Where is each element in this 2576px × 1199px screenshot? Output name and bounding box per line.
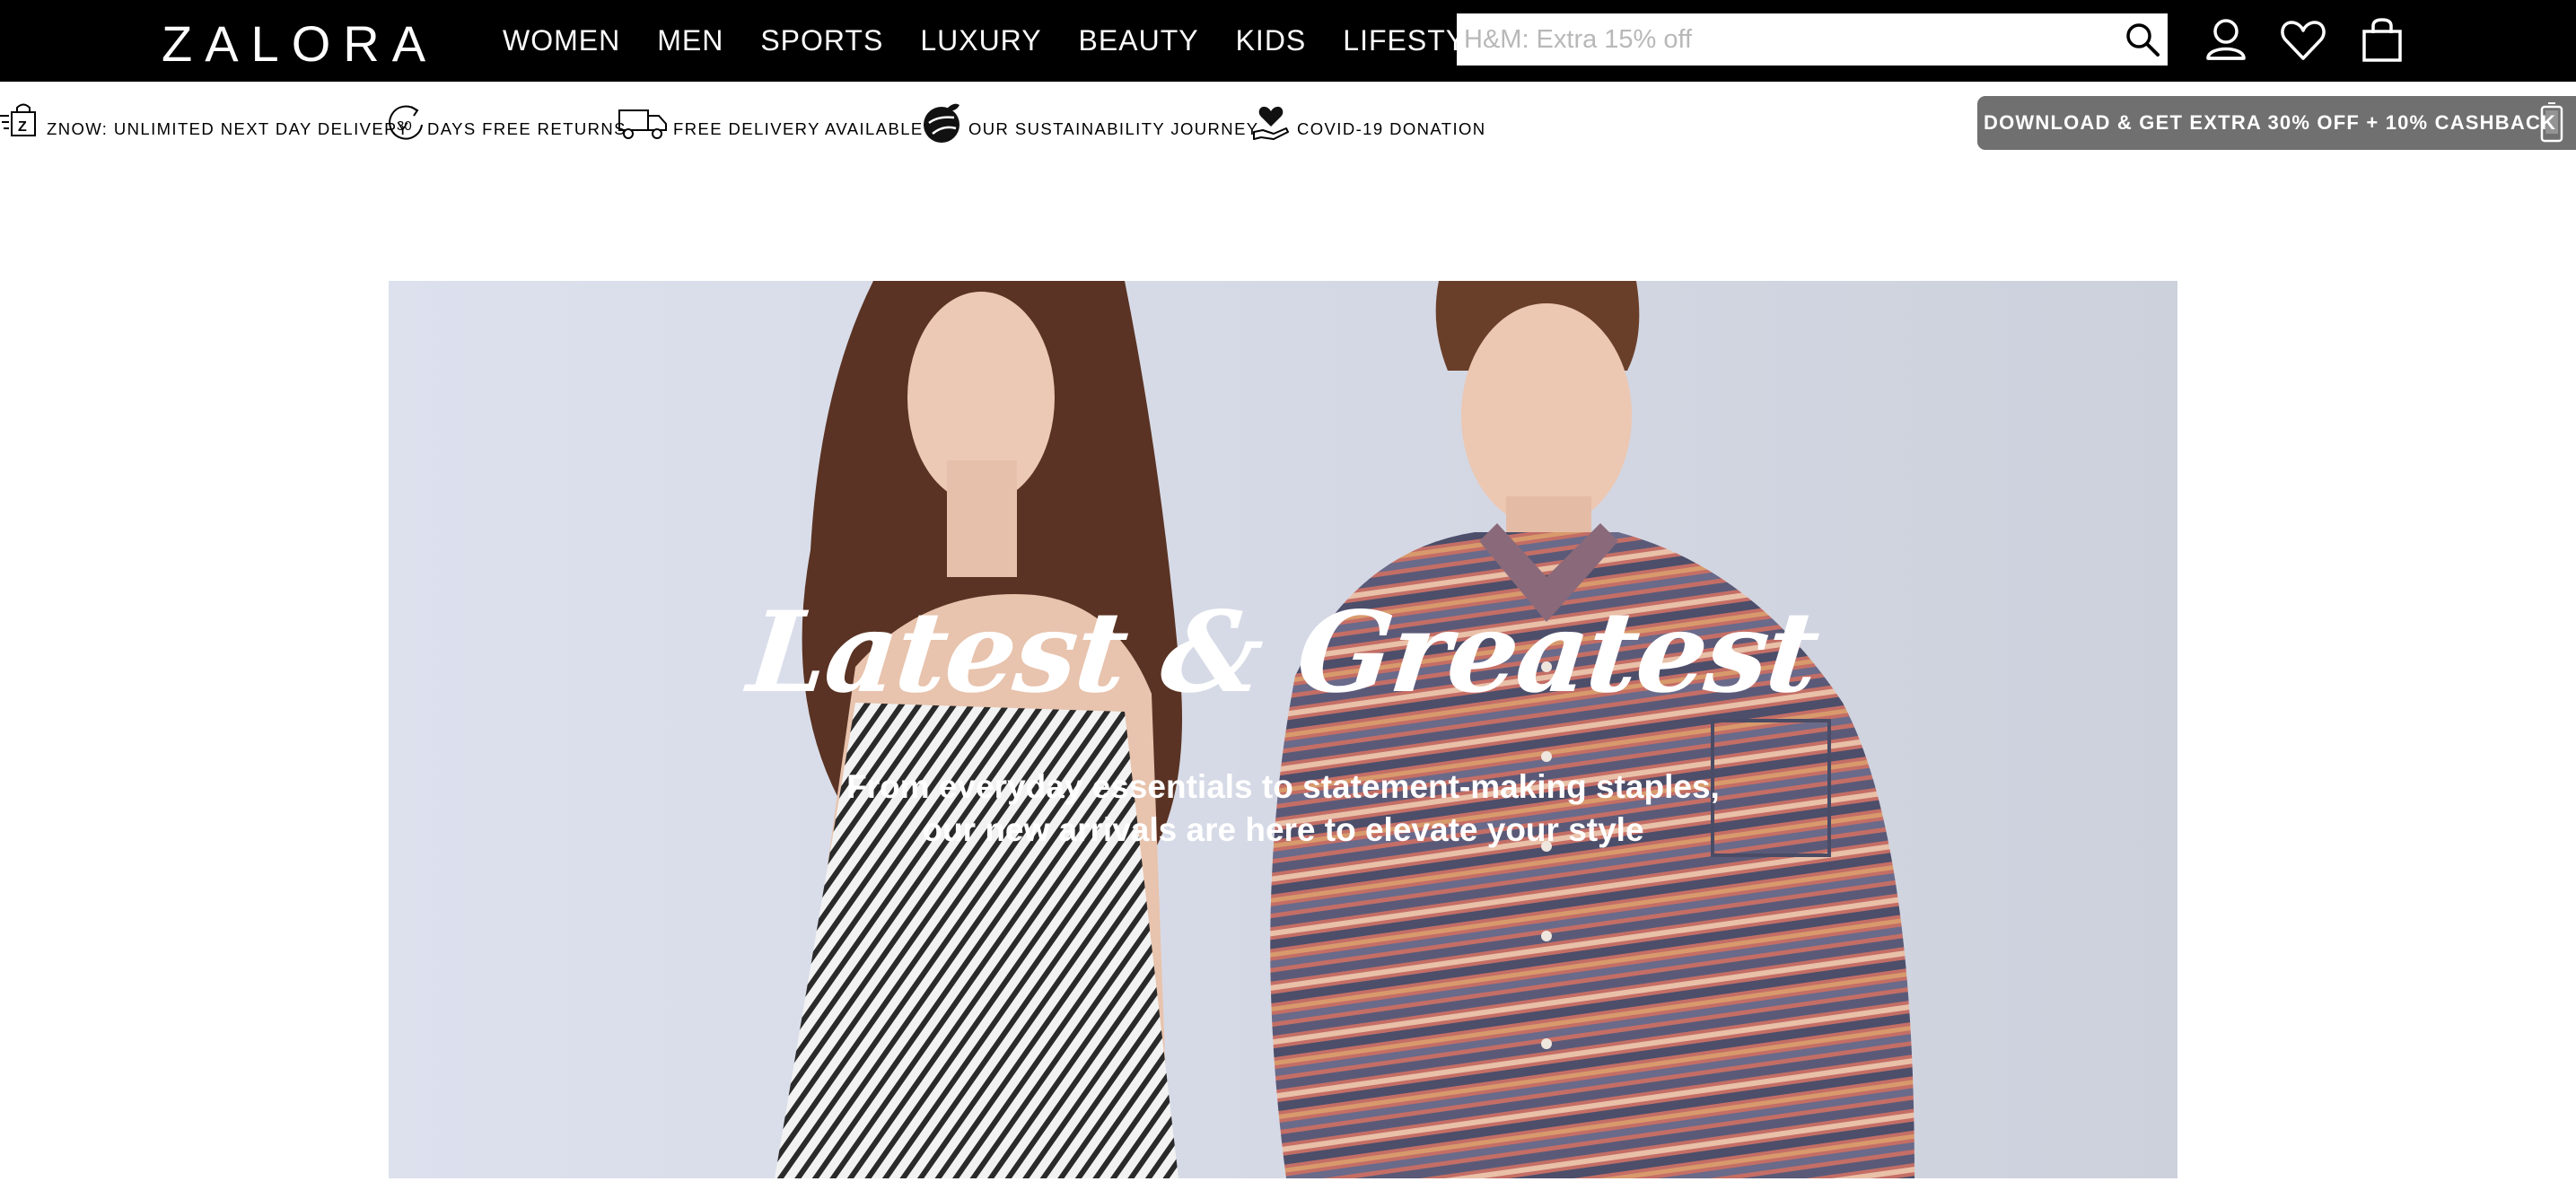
usp-sustainability-label: OUR SUSTAINABILITY JOURNEY: [968, 119, 1259, 138]
hero-banner[interactable]: Latest & Greatest From everyday essentia…: [389, 281, 2177, 1178]
top-header: ZALORA WOMEN MEN SPORTS LUXURY BEAUTY KI…: [0, 0, 2576, 82]
hero-subtitle-line1: From everyday essentials to statement-ma…: [846, 768, 1720, 805]
znow-bag-icon: Z: [0, 103, 36, 136]
hero-models-image: [389, 281, 2177, 1178]
sustainability-globe-icon: [924, 103, 959, 143]
usp-free-delivery[interactable]: FREE DELIVERY AVAILABLE*: [618, 98, 931, 143]
mobile-phone-icon: [2540, 102, 2563, 143]
donation-hand-heart-icon: [1253, 106, 1289, 140]
nav-kids[interactable]: KIDS: [1236, 0, 1307, 82]
returns-30-icon: 30: [389, 105, 423, 140]
usp-znow-label: ZNOW: UNLIMITED NEXT DAY DELIVERY: [47, 119, 410, 138]
hero-subtitle-line2: our new arrivals are here to elevate you…: [922, 811, 1644, 848]
account-icon[interactable]: [2201, 15, 2251, 66]
usp-znow[interactable]: Z ZNOW: UNLIMITED NEXT DAY DELIVERY: [0, 98, 409, 143]
usp-free-delivery-label: FREE DELIVERY AVAILABLE*: [673, 119, 932, 138]
main-nav: WOMEN MEN SPORTS LUXURY BEAUTY KIDS LIFE…: [503, 0, 1539, 82]
nav-women[interactable]: WOMEN: [503, 0, 620, 82]
nav-men[interactable]: MEN: [657, 0, 723, 82]
delivery-truck-icon: [618, 109, 667, 139]
hero-title: Latest & Greatest: [742, 588, 1824, 718]
nav-beauty[interactable]: BEAUTY: [1079, 0, 1199, 82]
usp-returns-label: DAYS FREE RETURNS: [427, 119, 626, 138]
search-box: [1457, 13, 2168, 66]
shopping-bag-icon[interactable]: [2357, 15, 2407, 66]
usp-donation[interactable]: COVID-19 DONATION: [1250, 98, 1486, 143]
download-app-label: DOWNLOAD & GET EXTRA 30% OFF + 10% CASHB…: [1984, 111, 2557, 134]
returns-30-badge: 30: [397, 118, 412, 134]
search-icon[interactable]: [2123, 20, 2162, 59]
usp-donation-label: COVID-19 DONATION: [1297, 119, 1486, 138]
download-app-banner[interactable]: DOWNLOAD & GET EXTRA 30% OFF + 10% CASHB…: [1977, 96, 2576, 150]
wishlist-heart-icon[interactable]: [2278, 15, 2328, 66]
svg-text:Z: Z: [18, 119, 27, 135]
usp-returns[interactable]: 30 DAYS FREE RETURNS: [386, 98, 626, 143]
zalora-logo[interactable]: ZALORA: [162, 13, 438, 75]
usp-sustainability[interactable]: OUR SUSTAINABILITY JOURNEY: [920, 98, 1259, 143]
search-input[interactable]: [1457, 13, 2121, 66]
nav-luxury[interactable]: LUXURY: [920, 0, 1041, 82]
nav-sports[interactable]: SPORTS: [760, 0, 883, 82]
